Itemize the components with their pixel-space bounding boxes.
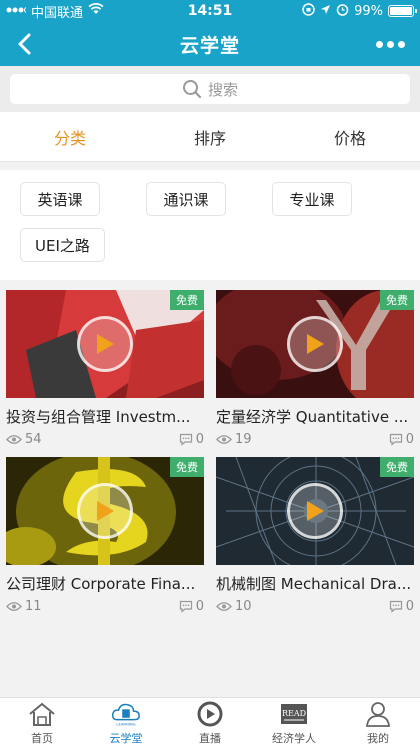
bottom-tab-label: 经济学人 bbox=[272, 731, 316, 745]
course-card[interactable]: 免费 公司理财 Corporate Fina... 11 0 bbox=[6, 457, 204, 614]
home-icon bbox=[26, 700, 58, 728]
status-bar: 中国联通 14:51 99% bbox=[0, 0, 420, 22]
free-badge: 免费 bbox=[380, 457, 414, 477]
views-value: 54 bbox=[25, 432, 42, 447]
signal-icon bbox=[6, 4, 30, 19]
comments-value: 0 bbox=[195, 599, 204, 614]
course-meta: 54 0 bbox=[6, 432, 204, 447]
course-title: 定量经济学 Quantitative ... bbox=[216, 408, 409, 426]
course-meta: 11 0 bbox=[6, 599, 204, 614]
live-icon bbox=[194, 700, 226, 728]
course-title: 公司理财 Corporate Fina... bbox=[6, 575, 196, 593]
location-icon bbox=[320, 4, 331, 19]
bottom-tab-live[interactable]: 直播 bbox=[168, 698, 252, 747]
bottom-tab-label: 首页 bbox=[31, 731, 53, 745]
search-placeholder: 搜索 bbox=[207, 80, 238, 99]
play-icon bbox=[287, 483, 343, 539]
page-title: 云学堂 bbox=[179, 34, 240, 57]
category-english[interactable]: 英语课 bbox=[20, 182, 100, 216]
eye-icon bbox=[6, 435, 22, 444]
comments-count: 0 bbox=[179, 599, 204, 614]
category-uei[interactable]: UEI之路 bbox=[20, 228, 105, 262]
chevron-left-icon bbox=[18, 33, 31, 55]
views-value: 11 bbox=[25, 599, 42, 614]
tab-category[interactable]: 分类 bbox=[0, 112, 140, 161]
cloud-learning-icon: LEARNING bbox=[110, 700, 142, 728]
tab-sort[interactable]: 排序 bbox=[140, 112, 280, 161]
nav-bar: 云学堂 bbox=[0, 22, 420, 66]
course-card[interactable]: 免费 定量经济学 Quantitative ... 19 0 bbox=[216, 290, 414, 447]
read-icon: READ bbox=[278, 700, 310, 728]
play-icon bbox=[287, 316, 343, 372]
more-button[interactable] bbox=[370, 28, 410, 60]
play-icon bbox=[77, 483, 133, 539]
status-right: 99% bbox=[302, 2, 417, 20]
comments-value: 0 bbox=[405, 599, 414, 614]
bottom-tab-label: 直播 bbox=[199, 731, 221, 745]
filter-tabs: 分类 排序 价格 bbox=[0, 112, 420, 162]
comments-value: 0 bbox=[195, 432, 204, 447]
free-badge: 免费 bbox=[170, 457, 204, 477]
comment-icon bbox=[389, 433, 402, 446]
eye-icon bbox=[6, 602, 22, 611]
category-general[interactable]: 通识课 bbox=[146, 182, 226, 216]
search-input[interactable]: 搜索 bbox=[10, 74, 410, 104]
bottom-tab-label: 我的 bbox=[367, 731, 389, 745]
views-value: 10 bbox=[235, 599, 252, 614]
comments-value: 0 bbox=[405, 432, 414, 447]
comment-icon bbox=[179, 600, 192, 613]
comments-count: 0 bbox=[389, 432, 414, 447]
back-button[interactable] bbox=[8, 28, 40, 60]
bottom-tab-profile[interactable]: 我的 bbox=[336, 698, 420, 747]
battery-icon bbox=[388, 5, 417, 17]
views-count: 54 bbox=[6, 432, 42, 447]
course-thumbnail: 免费 bbox=[6, 457, 204, 565]
lock-rotation-icon bbox=[302, 2, 315, 20]
course-grid: 免费 投资与组合管理 Investm... 54 0 免费 定量经济学 Quan… bbox=[0, 290, 420, 614]
search-icon bbox=[182, 80, 202, 99]
comment-icon bbox=[179, 433, 192, 446]
comments-count: 0 bbox=[179, 432, 204, 447]
svg-text:READ: READ bbox=[282, 709, 306, 718]
course-card[interactable]: 免费 投资与组合管理 Investm... 54 0 bbox=[6, 290, 204, 447]
bottom-tab-label: 云学堂 bbox=[109, 731, 143, 745]
course-thumbnail: 免费 bbox=[6, 290, 204, 398]
free-badge: 免费 bbox=[170, 290, 204, 310]
category-major[interactable]: 专业课 bbox=[272, 182, 352, 216]
play-icon bbox=[77, 316, 133, 372]
category-chips: 英语课 通识课 专业课 UEI之路 bbox=[0, 170, 420, 280]
profile-icon bbox=[362, 700, 394, 728]
status-left: 中国联通 bbox=[6, 2, 104, 21]
views-value: 19 bbox=[235, 432, 252, 447]
battery-percent: 99% bbox=[354, 3, 383, 19]
free-badge: 免费 bbox=[380, 290, 414, 310]
alarm-icon bbox=[336, 3, 349, 20]
eye-icon bbox=[216, 602, 232, 611]
more-dot-icon bbox=[375, 40, 383, 48]
comment-icon bbox=[389, 600, 402, 613]
bottom-tab-cloud-learning[interactable]: LEARNING 云学堂 bbox=[84, 698, 168, 747]
course-meta: 10 0 bbox=[216, 599, 414, 614]
course-thumbnail: 免费 bbox=[216, 457, 414, 565]
more-dot-icon bbox=[397, 40, 405, 48]
eye-icon bbox=[216, 435, 232, 444]
bottom-tab-home[interactable]: 首页 bbox=[0, 698, 84, 747]
svg-text:LEARNING: LEARNING bbox=[116, 722, 135, 726]
comments-count: 0 bbox=[389, 599, 414, 614]
carrier-label: 中国联通 bbox=[31, 5, 84, 21]
course-meta: 19 0 bbox=[216, 432, 414, 447]
course-card[interactable]: 免费 机械制图 Mechanical Dra... 10 0 bbox=[216, 457, 414, 614]
views-count: 11 bbox=[6, 599, 42, 614]
tab-price[interactable]: 价格 bbox=[280, 112, 420, 161]
course-thumbnail: 免费 bbox=[216, 290, 414, 398]
course-title: 投资与组合管理 Investm... bbox=[6, 408, 191, 426]
more-dot-icon bbox=[386, 40, 394, 48]
views-count: 19 bbox=[216, 432, 252, 447]
bottom-tab-economist[interactable]: READ 经济学人 bbox=[252, 698, 336, 747]
search-area: 搜索 bbox=[0, 66, 420, 112]
views-count: 10 bbox=[216, 599, 252, 614]
course-title: 机械制图 Mechanical Dra... bbox=[216, 575, 412, 593]
bottom-tab-bar: 首页 LEARNING 云学堂 直播 READ 经济学人 我的 bbox=[0, 697, 420, 747]
wifi-icon bbox=[88, 3, 104, 19]
